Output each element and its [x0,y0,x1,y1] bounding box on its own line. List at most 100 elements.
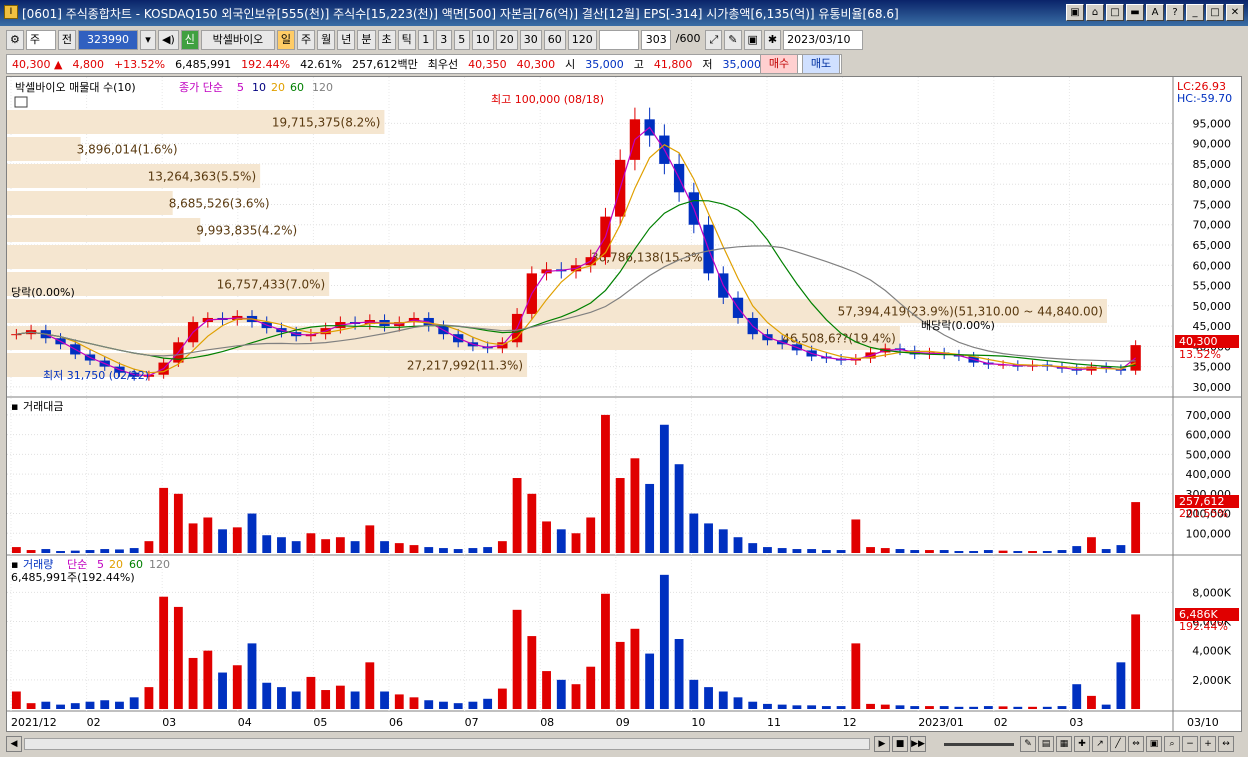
chart-area[interactable]: 19,715,375(8.2%) 3,896,014(1.6%) 13,264,36… [6,76,1242,732]
tile-icon[interactable]: ▬ [1126,4,1144,21]
volume-bar [321,690,331,709]
zoom-icon[interactable]: ⤢ [705,30,723,50]
period-minute-button[interactable]: 분 [357,30,376,50]
prev-button[interactable]: 전 [57,30,76,50]
amount-bar [792,549,802,553]
volume-bar [1087,695,1096,709]
custom-interval-input[interactable] [598,30,639,50]
month-label: 09 [616,716,630,729]
zoom-slider[interactable] [944,743,1014,746]
interval-60[interactable]: 60 [543,30,566,50]
volume-bars [11,574,1141,709]
ruler-icon[interactable]: ⇔ [1128,736,1144,752]
home-icon[interactable]: ⌂ [1086,4,1104,21]
crosshair-icon[interactable]: ✚ [1074,736,1090,752]
period-tick-button[interactable]: 틱 [397,30,416,50]
count-input[interactable]: 303 [640,30,671,50]
help-icon[interactable]: ? [1166,4,1184,21]
amount-bar [998,550,1008,553]
amount-bar [571,533,581,553]
date-input[interactable]: 2023/03/10 [783,30,864,50]
amount-bar [645,483,655,553]
price-tick-label: 75,000 [1193,198,1232,211]
profile-band-label: 27,217,992(11.3%) [407,359,523,373]
horizontal-scrollbar[interactable] [24,738,870,750]
play-icon[interactable]: ▶ [874,736,890,752]
interval-30[interactable]: 30 [519,30,542,50]
zoom-out-icon[interactable]: − [1182,736,1198,752]
volume-rate: 192.44% [241,57,291,71]
code-input[interactable]: 323990 [78,30,138,50]
trend-icon[interactable]: ↗ [1092,736,1108,752]
line-icon[interactable]: ╱ [1110,736,1126,752]
ma-period-120: 120 [312,81,333,94]
period-select[interactable]: 주 [25,30,56,50]
search-icon[interactable]: ▾ [140,30,156,50]
drop-right-annotation: 배당락(0.00%) [921,319,995,332]
fast-forward-icon[interactable]: ▶▶ [910,736,926,752]
sell-button[interactable]: 매도 [802,54,840,74]
volume-profile: 19,715,375(8.2%) 3,896,014(1.6%) 13,264,36… [7,110,1107,377]
amount-bar [1013,551,1023,553]
zoom-in-icon[interactable]: + [1200,736,1216,752]
menu-icon[interactable]: ⚙ [6,30,24,50]
chart-tool-icon[interactable]: ✎ [724,30,742,50]
fit-icon[interactable]: ↔ [1218,736,1234,752]
amount-bar [41,549,51,553]
settings-icon[interactable]: ✱ [763,30,782,50]
grid-toggle-icon[interactable] [14,96,28,108]
draw-tool-icon[interactable]: ✎ [1020,736,1036,752]
volume-bar [1042,706,1052,709]
layout-icon[interactable]: ▦ [1056,736,1072,752]
amount-bar [409,545,419,553]
interval-10[interactable]: 10 [471,30,494,50]
save-icon[interactable]: ▣ [743,30,762,50]
ma-period-60: 60 [290,81,304,94]
stop-icon[interactable]: ■ [892,736,908,752]
amount-bar [115,549,124,553]
profile-band-label: 13,264,363(5.5%) [148,170,257,184]
amount-bars [11,414,1141,553]
profile-band-label: 9,993,835(4.2%) [196,224,297,238]
volume-bar [409,697,419,709]
profile-band [7,191,173,215]
scroll-left-icon[interactable]: ◀ [6,736,22,752]
volume-bar [866,703,875,709]
speaker-icon[interactable]: ◀) [158,30,179,50]
period-second-button[interactable]: 초 [377,30,396,50]
period-day-button[interactable]: 일 [276,30,296,50]
link-icon[interactable]: ▣ [1066,4,1084,21]
ma-period-10: 10 [252,81,266,94]
compare-icon[interactable]: ▤ [1038,736,1054,752]
magnify-icon[interactable]: ⌕ [1164,736,1180,752]
period-year-button[interactable]: 년 [337,30,356,50]
volume-bar [453,703,463,709]
close-button[interactable]: ✕ [1226,4,1244,21]
window-icon[interactable]: □ [1106,4,1124,21]
volume-bar [173,606,183,709]
buy-button[interactable]: 매수 [760,54,798,74]
volume-rate-tag: 192.44% [1179,620,1228,633]
price-tick-label: 85,000 [1193,158,1232,171]
amount-bar [586,517,596,553]
candle-body [11,334,22,336]
grid-icon[interactable]: ▣ [1146,736,1162,752]
minimize-button[interactable]: _ [1186,4,1204,21]
amount-bar [144,541,154,553]
amount-tick-label: 500,000 [1186,448,1232,461]
price-tick-label: 60,000 [1193,259,1232,272]
interval-20[interactable]: 20 [495,30,518,50]
stock-chart-svg[interactable]: 19,715,375(8.2%) 3,896,014(1.6%) 13,264,36… [7,77,1241,731]
interval-1[interactable]: 1 [417,30,434,50]
volume-bar [601,593,610,709]
amount-bar [910,550,920,553]
font-icon[interactable]: A [1146,4,1164,21]
period-month-button[interactable]: 월 [317,30,336,50]
volume-bar [998,706,1008,709]
period-week-button[interactable]: 주 [297,30,316,50]
amount-bar [453,549,463,553]
interval-120[interactable]: 120 [567,30,597,50]
interval-5[interactable]: 5 [453,30,470,50]
interval-3[interactable]: 3 [435,30,452,50]
maximize-button[interactable]: □ [1206,4,1224,21]
